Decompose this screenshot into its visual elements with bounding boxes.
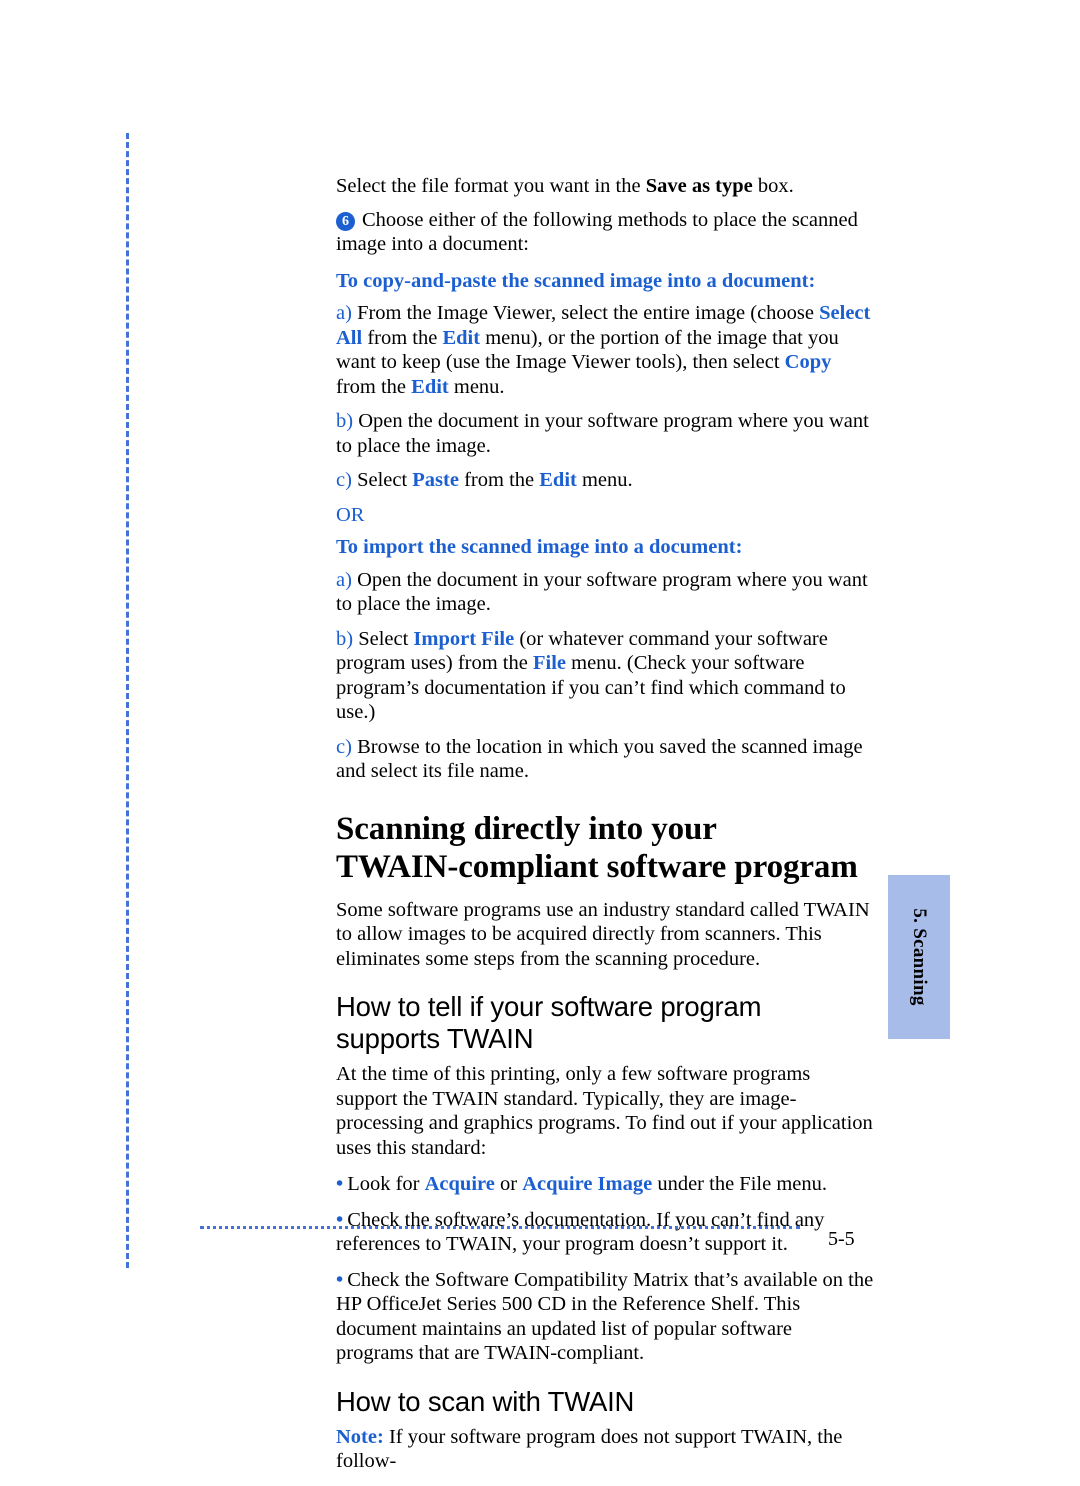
- step-6-text: Choose either of the following methods t…: [336, 208, 858, 256]
- how-to-scan-note: Note: If your software program does not …: [336, 1425, 874, 1474]
- left-margin-dashed-rule: [126, 133, 129, 1268]
- acquire-menu-item: Acquire: [424, 1173, 495, 1195]
- intro-text-tail: box.: [752, 175, 794, 197]
- copy-step-b-text: Open the document in your software progr…: [336, 410, 869, 457]
- bullet-item-documentation: • Check the software’s documentation. If …: [336, 1208, 874, 1257]
- paste-menu-item: Paste: [412, 469, 459, 491]
- or-divider: OR: [336, 503, 365, 526]
- import-step-b-marker: b): [336, 627, 354, 650]
- section-title-line-2: TWAIN-compliant software program: [336, 848, 858, 885]
- intro-paragraph: Select the file format you want in the S…: [336, 174, 874, 199]
- subsection-how-to-scan-heading: How to scan with TWAIN: [336, 1385, 635, 1417]
- import-step-c: c) Browse to the location in which you s…: [336, 735, 874, 784]
- how-to-tell-heading-line-1: How to tell if your software program: [336, 991, 762, 1022]
- note-label: Note:: [336, 1425, 384, 1448]
- how-to-tell-paragraph: At the time of this printing, only a few…: [336, 1063, 873, 1159]
- page-number: 5-5: [828, 1228, 855, 1250]
- import-step-c-text: Browse to the location in which you save…: [336, 735, 863, 783]
- bullet-2-text: Check the software’s documentation. If y…: [336, 1208, 825, 1256]
- bullet-3-text: Check the Software Compatibility Matrix …: [336, 1268, 874, 1365]
- import-heading: To import the scanned image into a docum…: [336, 536, 743, 558]
- copy-step-b: b) Open the document in your software pr…: [336, 409, 874, 458]
- file-menu-item: File: [532, 652, 566, 674]
- bullet-item-compatibility-matrix: • Check the Software Compatibility Matrix…: [336, 1268, 874, 1366]
- bullet-1-part2: or: [494, 1173, 523, 1195]
- subsection-how-to-tell-heading: How to tell if your software program supp…: [336, 991, 874, 1055]
- copy-step-b-marker: b): [336, 410, 354, 432]
- page-content-column: Select the file format you want in the S…: [336, 174, 874, 1486]
- save-as-type-emphasis: Save as type: [645, 175, 753, 197]
- copy-step-a-part1: From the Image Viewer, select the entire…: [351, 302, 820, 324]
- footer-dotted-rule: [200, 1226, 800, 1229]
- import-step-a-marker: a): [336, 568, 352, 591]
- import-step-c-marker: c): [336, 735, 352, 758]
- section-title: Scanning directly into your TWAIN-complia…: [336, 810, 874, 886]
- copy-step-a-part2: from the: [362, 326, 443, 349]
- intro-text-lead: Select the file format you want in the: [336, 175, 646, 197]
- chapter-side-tab-label: 5. Scanning: [909, 908, 930, 1006]
- import-step-a-text: Open the document in your software progr…: [336, 568, 868, 616]
- edit-menu-item-1: Edit: [442, 326, 481, 349]
- edit-menu-item-3: Edit: [539, 469, 577, 491]
- import-file-menu-item: Import File: [413, 627, 515, 650]
- bullet-1-part1: Look for: [347, 1173, 425, 1195]
- import-step-b: b) Select Import File (or whatever comma…: [336, 627, 874, 725]
- copy-step-c-part3: menu.: [576, 469, 633, 491]
- how-to-tell-heading-line-2: supports TWAIN: [336, 1023, 534, 1054]
- import-step-b-part1: Select: [353, 627, 414, 650]
- copy-step-a-part4: from the: [336, 375, 412, 398]
- copy-step-c-part1: Select: [351, 469, 413, 491]
- section-intro-paragraph: Some software programs use an industry s…: [336, 898, 870, 970]
- copy-step-a: a) From the Image Viewer, select the ent…: [336, 301, 874, 399]
- copy-step-c-part2: from the: [458, 469, 540, 491]
- copy-and-paste-heading: To copy-and-paste the scanned image into…: [336, 269, 816, 292]
- step-number-badge: 6: [336, 211, 355, 231]
- edit-menu-item-2: Edit: [411, 375, 449, 398]
- copy-step-c-marker: c): [336, 469, 352, 491]
- bullet-dot-icon: •: [336, 1173, 344, 1195]
- acquire-image-menu-item: Acquire Image: [522, 1173, 653, 1195]
- document-page: Select the file format you want in the S…: [0, 0, 1080, 1472]
- copy-step-a-marker: a): [336, 302, 352, 324]
- copy-step-a-part5: menu.: [448, 375, 505, 398]
- chapter-side-tab: 5. Scanning: [888, 875, 950, 1039]
- copy-step-c: c) Select Paste from the Edit menu.: [336, 468, 874, 493]
- step-6-paragraph: 6 Choose either of the following methods …: [336, 208, 874, 257]
- note-text: If your software program does not suppor…: [336, 1425, 843, 1473]
- bullet-dot-icon: •: [336, 1268, 344, 1291]
- section-title-line-1: Scanning directly into your: [336, 810, 717, 847]
- import-step-a: a) Open the document in your software pr…: [336, 568, 874, 617]
- bullet-1-part3: under the File menu.: [652, 1173, 827, 1195]
- copy-menu-item: Copy: [784, 351, 832, 373]
- bullet-item-acquire: • Look for Acquire or Acquire Image under…: [336, 1172, 874, 1197]
